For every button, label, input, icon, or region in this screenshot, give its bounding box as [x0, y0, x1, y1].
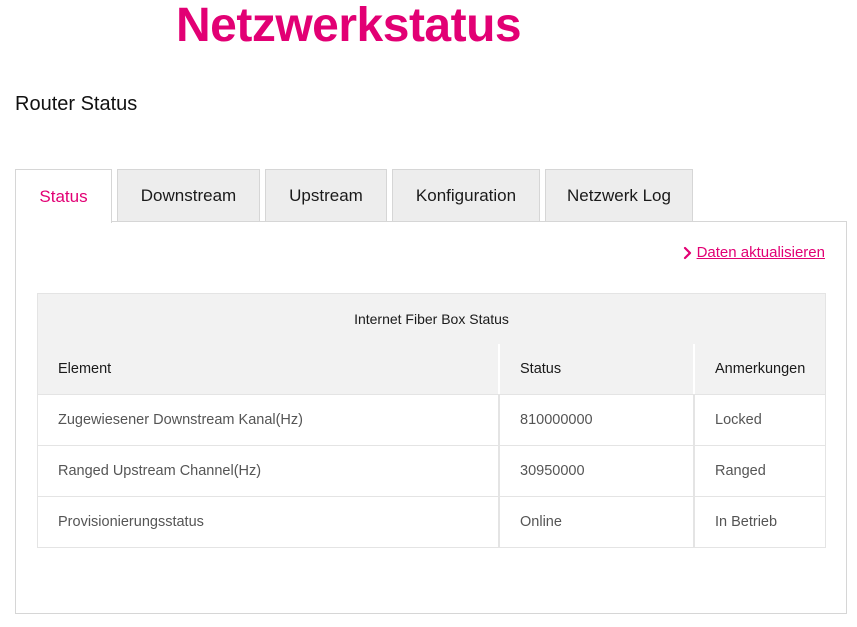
- table-cell-element: Zugewiesener Downstream Kanal(Hz): [38, 395, 500, 445]
- tab-konfiguration[interactable]: Konfiguration: [392, 169, 540, 222]
- status-table: Internet Fiber Box Status Element Status…: [37, 293, 826, 548]
- column-header-status: Status: [500, 344, 695, 394]
- table-header-row: Element Status Anmerkungen: [38, 344, 825, 394]
- refresh-data-link[interactable]: Daten aktualisieren: [681, 244, 825, 261]
- chevron-right-icon: [681, 246, 695, 260]
- table-cell-element: Ranged Upstream Channel(Hz): [38, 446, 500, 496]
- tab-upstream[interactable]: Upstream: [265, 169, 387, 222]
- column-header-element: Element: [38, 344, 500, 394]
- table-cell-element: Provisionierungsstatus: [38, 497, 500, 547]
- table-cell-status: 30950000: [500, 446, 695, 496]
- table-row: Ranged Upstream Channel(Hz) 30950000 Ran…: [38, 445, 825, 496]
- tab-status[interactable]: Status: [15, 169, 112, 223]
- table-cell-status: Online: [500, 497, 695, 547]
- table-cell-anmerkungen: Locked: [715, 412, 762, 428]
- table-cell-status: 810000000: [500, 395, 695, 445]
- tab-bar: Status Downstream Upstream Konfiguration…: [15, 169, 698, 223]
- table-row: Provisionierungsstatus Online In Betrieb: [38, 496, 825, 547]
- table-caption: Internet Fiber Box Status: [38, 294, 825, 344]
- tab-downstream[interactable]: Downstream: [117, 169, 260, 222]
- status-panel: Daten aktualisieren Internet Fiber Box S…: [15, 221, 847, 614]
- column-header-anmerkungen: Anmerkungen: [715, 361, 806, 377]
- page-title: Netzwerkstatus: [176, 0, 522, 52]
- table-row: Zugewiesener Downstream Kanal(Hz) 810000…: [38, 394, 825, 445]
- table-cell-anmerkungen: Ranged: [715, 463, 766, 479]
- tab-netzwerk-log[interactable]: Netzwerk Log: [545, 169, 693, 222]
- table-cell-anmerkungen: In Betrieb: [715, 514, 778, 530]
- section-title: Router Status: [15, 93, 138, 115]
- refresh-data-label[interactable]: Daten aktualisieren: [697, 244, 825, 261]
